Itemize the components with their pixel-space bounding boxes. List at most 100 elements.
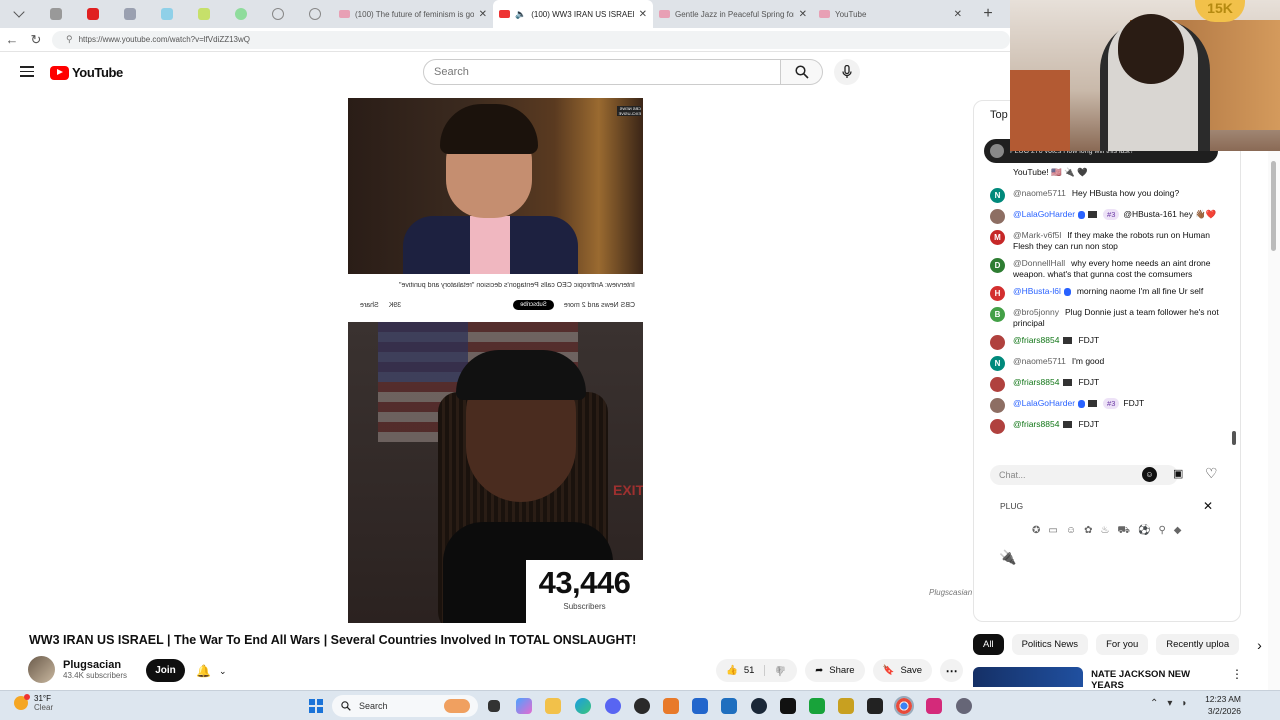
chip-politics-news[interactable]: Politics News bbox=[1011, 634, 1089, 655]
dislike-button[interactable]: 👍 bbox=[765, 665, 797, 676]
tab-1[interactable]: (100) The future of feminism is go ✕ bbox=[333, 0, 493, 28]
pinned-tab-5[interactable] bbox=[185, 0, 222, 28]
xbox-icon[interactable] bbox=[809, 698, 825, 714]
chat-username[interactable]: @friars8854 bbox=[1013, 419, 1059, 429]
chat-username[interactable]: @naome5711 bbox=[1013, 188, 1066, 198]
chevron-right-icon[interactable]: › bbox=[1257, 637, 1262, 653]
user-avatar[interactable]: M bbox=[990, 230, 1005, 245]
new-tab-button[interactable]: + bbox=[976, 5, 1000, 23]
site-info-icon[interactable]: ⚲ bbox=[66, 34, 73, 45]
steam-icon[interactable] bbox=[751, 698, 767, 714]
more-actions-icon[interactable]: ⋯ bbox=[940, 659, 964, 682]
windows-start-icon[interactable] bbox=[309, 699, 323, 713]
voice-search-button[interactable] bbox=[834, 59, 860, 85]
app-icon-d[interactable] bbox=[838, 698, 854, 714]
user-avatar[interactable]: D bbox=[990, 258, 1005, 273]
emoji-search-input[interactable]: PLUG bbox=[1000, 501, 1210, 515]
app-icon-a[interactable] bbox=[663, 698, 679, 714]
chip-recently-uploaded[interactable]: Recently uploa bbox=[1156, 634, 1240, 655]
youtube-emoji-icon[interactable]: ▭ bbox=[1048, 525, 1057, 538]
more-vert-icon[interactable]: ⋮ bbox=[1231, 667, 1243, 687]
symbols-emoji-icon[interactable]: ◆ bbox=[1174, 525, 1182, 538]
search-button[interactable] bbox=[781, 59, 823, 85]
tiktok-icon[interactable] bbox=[780, 698, 796, 714]
video-player[interactable]: CBS NEWS EXCLUSIVE Interview: Anthropic … bbox=[348, 98, 643, 623]
app-icon-c[interactable] bbox=[721, 698, 737, 714]
app-icon-b[interactable] bbox=[692, 698, 708, 714]
user-avatar[interactable]: H bbox=[990, 286, 1005, 301]
user-avatar[interactable] bbox=[990, 209, 1005, 224]
user-avatar[interactable]: B bbox=[990, 307, 1005, 322]
activity-emoji-icon[interactable]: ⚽ bbox=[1138, 525, 1150, 538]
user-avatar[interactable] bbox=[990, 398, 1005, 413]
tab-close-icon[interactable]: ✕ bbox=[479, 9, 487, 20]
taskbar-search[interactable]: Search bbox=[332, 695, 478, 717]
emoji-picker-icon[interactable]: ☺ bbox=[1142, 467, 1157, 482]
objects-emoji-icon[interactable]: ⚲ bbox=[1158, 525, 1165, 538]
chat-scrollbar[interactable] bbox=[1232, 431, 1236, 445]
pinned-tab-7[interactable] bbox=[259, 0, 296, 28]
chat-username[interactable]: @naome5711 bbox=[1013, 356, 1066, 366]
recommended-video[interactable]: NATE JACKSON NEW YEARS ⋮ bbox=[973, 667, 1243, 691]
tab-4[interactable]: YouTube ✕ bbox=[813, 0, 968, 28]
chat-mode-selector[interactable]: Top bbox=[990, 109, 1008, 121]
user-avatar[interactable]: N bbox=[990, 188, 1005, 203]
chip-all[interactable]: All bbox=[973, 634, 1004, 655]
page-scrollbar[interactable] bbox=[1268, 151, 1280, 690]
notification-bell-button[interactable]: 🔔 ⌄ bbox=[196, 661, 238, 681]
url-field[interactable]: ⚲ https://www.youtube.com/watch?v=lfVdiZ… bbox=[52, 30, 1010, 49]
tab-close-icon[interactable]: ✕ bbox=[954, 9, 962, 20]
tiktok-studio-icon[interactable] bbox=[926, 698, 942, 714]
file-explorer-icon[interactable] bbox=[545, 698, 561, 714]
volume-icon[interactable]: ◗ bbox=[1181, 698, 1187, 709]
chat-username[interactable]: @Mark-v6f5l bbox=[1013, 230, 1061, 240]
settings-gear-icon[interactable] bbox=[956, 698, 972, 714]
weather-widget[interactable]: 31°F Clear bbox=[14, 694, 53, 712]
save-button[interactable]: 🔖 Save bbox=[872, 659, 933, 682]
close-icon[interactable]: ✕ bbox=[1203, 499, 1213, 513]
pinned-tab-8[interactable] bbox=[296, 0, 333, 28]
youtube-logo[interactable]: YouTube bbox=[50, 65, 123, 80]
search-input[interactable]: Search bbox=[423, 59, 781, 85]
tab-3[interactable]: Gentle Jazz in Peaceful Spring for ✕ bbox=[653, 0, 813, 28]
nature-emoji-icon[interactable]: ✿ bbox=[1084, 525, 1092, 538]
reload-icon[interactable]: ↻ bbox=[24, 32, 48, 48]
chip-for-you[interactable]: For you bbox=[1096, 634, 1149, 655]
task-view-icon[interactable] bbox=[488, 700, 500, 712]
tab-close-icon[interactable]: ✕ bbox=[639, 9, 647, 20]
discord-icon[interactable] bbox=[605, 698, 621, 714]
tab-2[interactable]: 🔈 (100) WW3 IRAN US ISRAEL | ✕ bbox=[493, 0, 653, 28]
join-button[interactable]: Join bbox=[146, 659, 185, 682]
chat-username[interactable]: @LalaGoHarder bbox=[1013, 398, 1075, 408]
network-icon[interactable]: ▾ bbox=[1167, 698, 1172, 709]
super-chat-icon[interactable]: ▣ bbox=[1173, 467, 1183, 480]
pinned-tab-1[interactable] bbox=[37, 0, 74, 28]
speaker-icon[interactable]: 🔈 bbox=[515, 9, 526, 20]
pinned-tab-4[interactable] bbox=[148, 0, 185, 28]
chat-username[interactable]: @friars8854 bbox=[1013, 377, 1059, 387]
chat-username[interactable]: @bro5jonny bbox=[1013, 307, 1059, 317]
edge-icon[interactable] bbox=[575, 698, 591, 714]
user-avatar[interactable]: N bbox=[990, 356, 1005, 371]
chevron-up-icon[interactable]: ⌃ bbox=[1150, 698, 1158, 709]
custom-emoji-icon[interactable]: ✪ bbox=[1032, 525, 1040, 538]
food-emoji-icon[interactable]: ♨ bbox=[1100, 525, 1109, 538]
app-icon-e[interactable] bbox=[867, 698, 883, 714]
user-avatar[interactable] bbox=[990, 377, 1005, 392]
channel-avatar[interactable] bbox=[28, 656, 55, 683]
recommended-title[interactable]: NATE JACKSON NEW YEARS bbox=[1091, 667, 1223, 691]
plug-emoji[interactable]: 🔌 bbox=[999, 549, 1016, 566]
taskbar-clock[interactable]: 12:23 AM 3/2/2026 bbox=[1205, 693, 1241, 717]
tab-list-button[interactable] bbox=[0, 0, 37, 28]
tab-close-icon[interactable]: ✕ bbox=[799, 9, 807, 20]
chat-username[interactable]: @HBusta-l6l bbox=[1013, 286, 1061, 296]
chat-username[interactable]: @LalaGoHarder bbox=[1013, 209, 1075, 219]
hamburger-menu-icon[interactable] bbox=[20, 66, 34, 80]
heart-icon[interactable]: ♡ bbox=[1205, 465, 1218, 482]
user-avatar[interactable] bbox=[990, 335, 1005, 350]
obs-icon[interactable] bbox=[634, 698, 650, 714]
like-button[interactable]: 👍 51 bbox=[716, 665, 766, 676]
back-arrow-icon[interactable]: ← bbox=[0, 32, 24, 47]
chrome-icon[interactable] bbox=[894, 696, 914, 716]
pinned-tab-3[interactable] bbox=[111, 0, 148, 28]
